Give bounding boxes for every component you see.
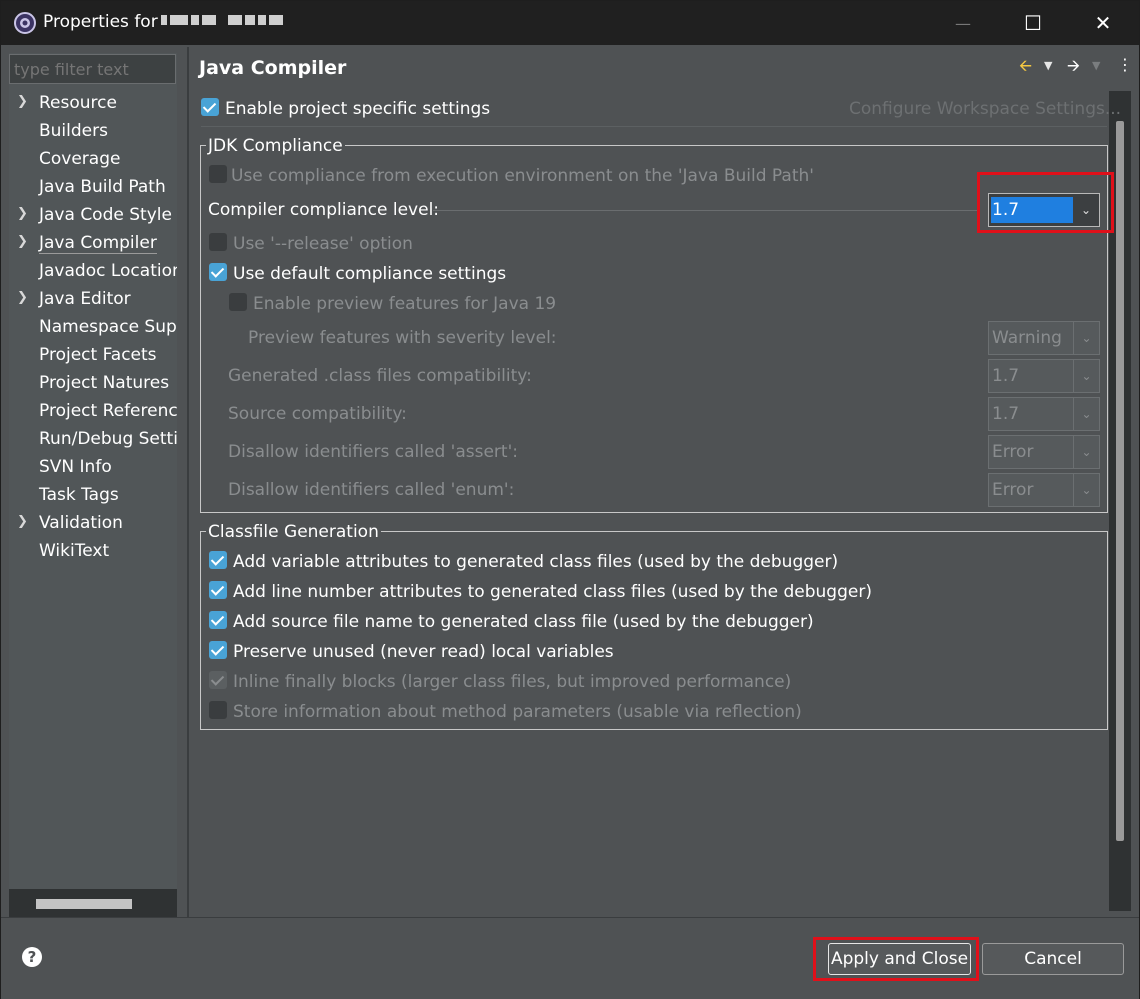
maximize-icon: ☐ [1024,11,1042,35]
chevron-down-icon[interactable]: ⌄ [1073,436,1099,468]
minimize-button[interactable]: — [929,1,997,45]
chevron-down-icon[interactable]: ⌄ [1073,474,1099,506]
class-compat-label: Generated .class files compatibility: [228,366,532,386]
preview-severity-select[interactable]: Warning ⌄ [988,321,1100,355]
sidebar-item-java-editor[interactable]: ❯ Java Editor [9,287,177,315]
sidebar-item-wikitext[interactable]: WikiText [9,539,177,567]
forward-arrow-icon[interactable]: 🡪 [1067,55,1080,82]
store-method-params-label: Store information about method parameter… [233,702,802,722]
enable-specific-checkbox[interactable] [201,98,219,116]
back-arrow-icon[interactable]: 🡨 [1019,55,1032,82]
title-bar: Properties for — ☐ ✕ [1,1,1139,45]
sidebar-item-java-compiler[interactable]: ❯ Java Compiler [9,231,177,259]
chevron-right-icon[interactable]: ❯ [17,514,31,534]
forward-menu-chevron-icon[interactable]: ▼ [1092,59,1100,72]
sidebar-item-java-build-path[interactable]: Java Build Path [9,175,177,203]
use-exec-env-label: Use compliance from execution environmen… [231,166,814,186]
use-release-label: Use '--release' option [233,234,413,254]
variable-attributes-label: Add variable attributes to generated cla… [233,552,839,572]
variable-attributes-checkbox[interactable] [209,551,227,569]
scrollbar-thumb[interactable] [1116,121,1124,841]
source-file-name-checkbox[interactable] [209,611,227,629]
sidebar-item-run-debug-settings[interactable]: Run/Debug Setti [9,427,177,455]
scrollbar-thumb[interactable] [36,899,132,909]
sidebar-item-namespace-support[interactable]: Namespace Supp [9,315,177,343]
enum-select[interactable]: Error ⌄ [988,473,1100,507]
chevron-right-icon[interactable]: ❯ [17,94,31,114]
sidebar-item-builders[interactable]: Builders [9,119,177,147]
source-file-name-label: Add source file name to generated class … [233,612,814,632]
eclipse-app-icon [14,12,36,34]
close-button[interactable]: ✕ [1069,1,1137,45]
view-menu-icon[interactable]: ⋮ [1117,55,1133,74]
sidebar-horizontal-scrollbar[interactable] [9,889,177,917]
maximize-button[interactable]: ☐ [999,1,1067,45]
enum-label: Disallow identifiers called 'enum': [228,480,515,500]
compliance-level-label: Compiler compliance level: [208,200,440,220]
cancel-button[interactable]: Cancel [982,943,1124,975]
store-method-params-checkbox[interactable] [209,701,227,719]
inline-finally-checkbox[interactable] [209,671,227,689]
chevron-right-icon[interactable]: ❯ [17,206,31,226]
enable-preview-checkbox[interactable] [229,293,247,311]
sidebar-item-project-references[interactable]: Project Reference [9,399,177,427]
separator [433,210,978,211]
classfile-generation-title: Classfile Generation [206,522,381,542]
use-exec-env-checkbox[interactable] [209,165,227,183]
preserve-unused-label: Preserve unused (never read) local varia… [233,642,614,662]
sidebar-item-javadoc-location[interactable]: Javadoc Location [9,259,177,287]
preserve-unused-checkbox[interactable] [209,641,227,659]
jdk-compliance-title: JDK Compliance [206,136,345,156]
sidebar-item-task-tags[interactable]: Task Tags [9,483,177,511]
chevron-right-icon[interactable]: ❯ [17,234,31,254]
category-tree: ❯ Resource Builders Coverage Java Build P… [9,91,177,887]
assert-select[interactable]: Error ⌄ [988,435,1100,469]
use-default-checkbox[interactable] [209,263,227,281]
chevron-down-icon[interactable]: ⌄ [1073,360,1099,392]
configure-workspace-link[interactable]: Configure Workspace Settings... [849,99,1121,119]
close-icon: ✕ [1094,11,1112,35]
line-number-checkbox[interactable] [209,581,227,599]
page-title: Java Compiler [199,57,347,79]
use-release-checkbox[interactable] [209,233,227,251]
sidebar-item-java-code-style[interactable]: ❯ Java Code Style [9,203,177,231]
class-compat-select[interactable]: 1.7 ⌄ [988,359,1100,393]
minimize-icon: — [955,13,971,33]
back-menu-chevron-icon[interactable]: ▼ [1044,59,1052,72]
sidebar-item-svn-info[interactable]: SVN Info [9,455,177,483]
use-default-label: Use default compliance settings [233,264,507,284]
pane-splitter[interactable] [177,53,187,917]
highlight-box [813,937,979,981]
inline-finally-label: Inline finally blocks (larger class file… [233,672,792,692]
assert-label: Disallow identifiers called 'assert': [228,442,518,462]
redacted-project-name [161,15,283,27]
help-icon[interactable]: ? [22,947,42,967]
line-number-label: Add line number attributes to generated … [233,582,872,602]
highlight-box [977,172,1114,233]
sidebar-item-resource[interactable]: ❯ Resource [9,91,177,119]
enable-specific-label: Enable project specific settings [225,99,491,119]
sidebar-item-project-facets[interactable]: Project Facets [9,343,177,371]
source-compat-label: Source compatibility: [228,404,407,424]
chevron-down-icon[interactable]: ⌄ [1073,322,1099,354]
chevron-right-icon[interactable]: ❯ [17,290,31,310]
sidebar-item-validation[interactable]: ❯ Validation [9,511,177,539]
source-compat-select[interactable]: 1.7 ⌄ [988,397,1100,431]
filter-input[interactable] [9,54,176,84]
window-title: Properties for [43,12,158,32]
sidebar-item-project-natures[interactable]: Project Natures [9,371,177,399]
chevron-down-icon[interactable]: ⌄ [1073,398,1099,430]
properties-dialog: Properties for — ☐ ✕ ❯Resource Builders … [0,0,1140,999]
separator [201,126,1107,127]
preview-severity-label: Preview features with severity level: [248,328,557,348]
sidebar-item-coverage[interactable]: Coverage [9,147,177,175]
enable-preview-label: Enable preview features for Java 19 [253,294,557,314]
